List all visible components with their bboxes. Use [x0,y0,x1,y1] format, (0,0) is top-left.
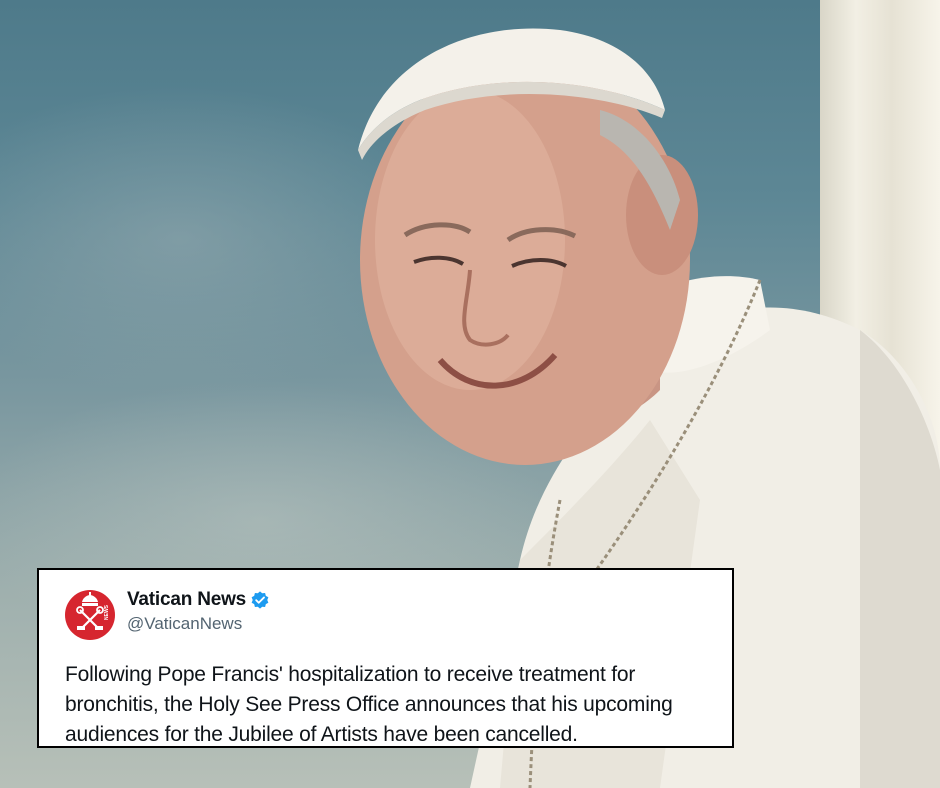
vatican-keys-logo-icon: NEWS [76,592,110,630]
tweet-text: Following Pope Francis' hospitalization … [65,663,673,746]
verified-badge-icon [251,591,269,609]
display-name[interactable]: Vatican News [127,589,246,611]
tweet-author: Vatican News @VaticanNews [127,588,270,634]
tweet-header: NEWS Vatican News @VaticanNews [65,588,708,640]
tweet-card[interactable]: NEWS Vatican News @VaticanNews Following… [37,568,734,748]
svg-text:NEWS: NEWS [104,604,110,620]
avatar[interactable]: NEWS [65,590,115,640]
handle[interactable]: @VaticanNews [127,614,270,634]
